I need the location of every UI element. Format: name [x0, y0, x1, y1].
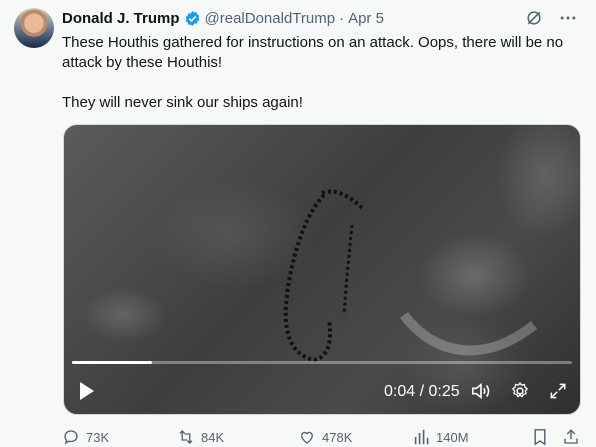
views-count: 140M: [436, 429, 469, 445]
video-control-icons: [470, 381, 568, 401]
tweet-date[interactable]: Apr 5: [348, 10, 384, 27]
fullscreen-icon[interactable]: [548, 381, 568, 401]
like-count: 478K: [322, 429, 353, 445]
tweet-top-actions: [524, 8, 578, 28]
repost-icon: [179, 430, 193, 444]
views-icon: [414, 429, 429, 445]
like-icon: [301, 431, 313, 444]
share-button[interactable]: [562, 428, 580, 446]
repost-count: 84K: [201, 429, 225, 445]
video-progress-fill: [72, 361, 152, 364]
video-player[interactable]: 0:04 / 0:25: [63, 124, 581, 415]
like-button[interactable]: 478K: [298, 428, 352, 446]
video-progress-track[interactable]: [72, 361, 572, 364]
tweet-paragraph: They will never sink our ships again!: [62, 94, 303, 111]
reply-icon: [64, 430, 78, 445]
tweet-header: Donald J. Trump @realDonaldTrump · Apr 5: [62, 8, 384, 28]
author-avatar[interactable]: [14, 8, 54, 48]
play-icon[interactable]: [78, 381, 96, 401]
tweet-action-bar: 73K 84K 478K 140M: [62, 428, 582, 446]
reply-button[interactable]: 73K: [62, 428, 109, 446]
views-button[interactable]: 140M: [414, 428, 469, 446]
more-icon[interactable]: [558, 8, 578, 28]
grok-icon[interactable]: [524, 8, 544, 28]
tweet-paragraph: These Houthis gathered for instructions …: [62, 34, 564, 71]
bookmark-icon: [534, 429, 546, 446]
bookmark-button[interactable]: [532, 428, 548, 446]
repost-button[interactable]: 84K: [177, 428, 224, 446]
video-time: 0:04 / 0:25: [384, 383, 460, 400]
reply-count: 73K: [86, 429, 110, 445]
author-name[interactable]: Donald J. Trump: [62, 10, 180, 27]
settings-icon[interactable]: [510, 381, 530, 401]
video-controls: 0:04 / 0:25: [64, 368, 580, 414]
author-handle[interactable]: @realDonaldTrump: [205, 10, 336, 27]
separator-dot: ·: [339, 9, 345, 27]
verified-badge-icon[interactable]: [184, 10, 201, 27]
share-icon: [564, 429, 578, 444]
tweet-text: These Houthis gathered for instructions …: [62, 33, 582, 113]
volume-icon[interactable]: [470, 381, 492, 401]
